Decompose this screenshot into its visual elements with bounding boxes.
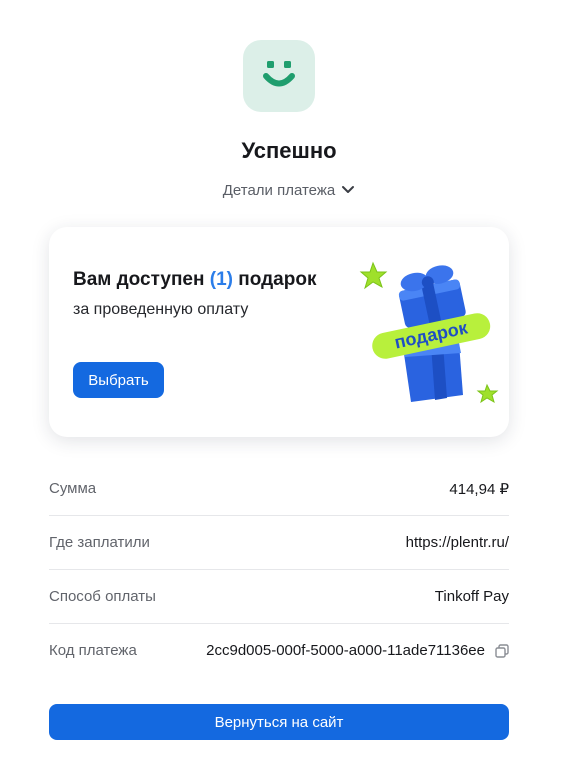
choose-gift-button[interactable]: Выбрать [73,362,164,398]
gift-offer-card: Вам доступен (1) подарок за проведенную … [49,227,509,437]
gift-box-graphic: подарок [359,261,499,404]
gift-title: Вам доступен (1) подарок [73,269,316,291]
payment-details-toggle[interactable]: Детали платежа [0,182,578,199]
page-title: Успешно [241,138,337,163]
amount-value: 414,94 ₽ [449,480,509,498]
payment-details-label: Детали платежа [222,182,336,199]
payment-details-list: Сумма 414,94 ₽ Где заплатили https://ple… [49,462,509,677]
detail-row-payment-code: Код платежа 2cc9d005-000f-5000-a000-11ad… [49,624,509,677]
copy-icon[interactable] [495,643,509,658]
amount-label: Сумма [49,480,97,497]
gift-subtitle: за проведенную оплату [73,301,249,318]
payment-method-label: Способ оплаты [49,588,156,605]
success-smile-icon [243,40,315,112]
detail-row-method: Способ оплаты Tinkoff Pay [49,570,509,624]
payment-code-value-wrap: 2cc9d005-000f-5000-a000-11ade71136ee [206,642,509,659]
payment-code-value: 2cc9d005-000f-5000-a000-11ade71136ee [206,642,485,659]
detail-row-amount: Сумма 414,94 ₽ [49,462,509,516]
payment-success-page: Успешно Детали платежа Вам доступен (1) … [0,0,578,764]
merchant-label: Где заплатили [49,534,150,551]
return-to-site-button[interactable]: Вернуться на сайт [49,704,509,740]
gift-box-illustration: подарок [359,257,499,407]
green-star-icon [359,261,388,290]
payment-code-label: Код платежа [49,642,137,659]
payment-method-value: Tinkoff Pay [434,588,509,605]
small-green-star-icon [476,383,499,404]
detail-row-merchant: Где заплатили https://plentr.ru/ [49,516,509,570]
gift-count: (1) [209,269,233,290]
gift-title-prefix: Вам доступен [73,269,205,290]
merchant-value: https://plentr.ru/ [405,534,509,551]
gift-title-suffix: подарок [238,269,317,290]
chevron-down-icon [341,182,355,199]
